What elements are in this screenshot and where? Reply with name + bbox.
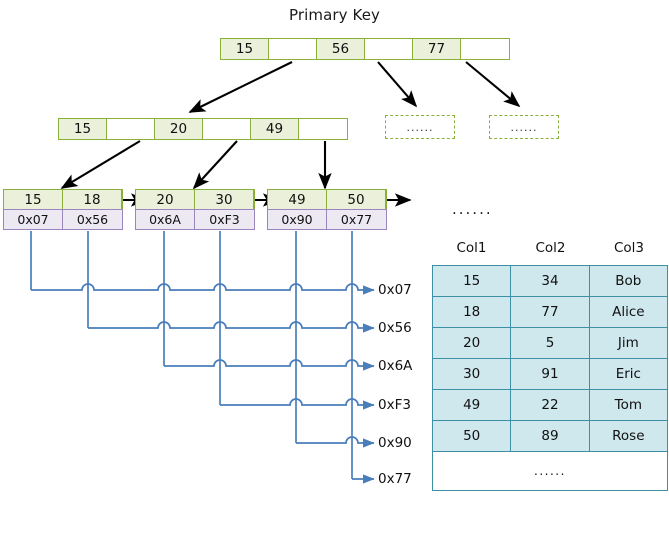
pointer-run-0x07 — [31, 283, 375, 295]
table-cell: 89 — [510, 420, 590, 452]
table-more-cell: ...... — [432, 451, 668, 491]
leaf-1-pointer-0: 0x07 — [4, 209, 64, 229]
edge-root-to-placeholder-1 — [377, 61, 418, 108]
root-cell-1 — [269, 39, 317, 59]
table-header-col2: Col2 — [535, 240, 566, 256]
table-header-col3: Col3 — [613, 240, 645, 256]
table-cell: Tom — [588, 389, 669, 421]
table-cell: 34 — [510, 265, 590, 297]
edge-root-to-internal — [188, 61, 293, 113]
table-cell: 77 — [510, 296, 590, 328]
table-cell: Rose — [588, 420, 669, 452]
leaf-2-key-1: 30 — [195, 190, 254, 209]
leaf-3-pointer-0: 0x90 — [268, 209, 328, 229]
pointer-target-0x6A: 0x6A — [378, 358, 413, 374]
internal-cell-5 — [299, 119, 347, 139]
pointer-run-0x90 — [296, 436, 375, 448]
leaf-1-key-1: 18 — [63, 190, 122, 209]
internal-cell-4: 49 — [251, 119, 299, 139]
leaf-1-keys: 15 18 — [3, 189, 123, 210]
leaf-3-key-1: 50 — [327, 190, 386, 209]
pointer-target-0x56: 0x56 — [378, 320, 412, 336]
table-cell: 5 — [510, 327, 590, 359]
table-row-more: ...... — [432, 451, 668, 491]
placeholder-node-1: ...... — [385, 115, 455, 139]
placeholder-node-2: ...... — [489, 115, 559, 139]
pointer-target-0x07: 0x07 — [378, 282, 412, 298]
edge-internal-to-leaf-2 — [192, 140, 238, 190]
table-row: 15 34 Bob — [431, 265, 669, 297]
internal-cell-2: 20 — [155, 119, 203, 139]
pointer-target-0xF3: 0xF3 — [378, 397, 411, 413]
table-cell: Jim — [588, 327, 669, 359]
edge-root-to-placeholder-2 — [465, 61, 521, 108]
table-cell: 18 — [431, 296, 512, 328]
table-cell: 22 — [510, 389, 590, 421]
table-cell: Bob — [588, 265, 669, 297]
root-cell-0: 15 — [221, 39, 269, 59]
table-row: 50 89 Rose — [431, 420, 669, 452]
leaf-2-pointer-1: 0xF3 — [195, 209, 254, 229]
leaf-2-pointers: 0x6A 0xF3 — [135, 208, 255, 230]
leaf-node-1: 15 18 0x07 0x56 — [3, 189, 123, 230]
root-cell-2: 56 — [317, 39, 365, 59]
pointer-run-0x56 — [88, 321, 375, 333]
pointer-run-0xF3 — [220, 398, 375, 410]
leaf-3-key-0: 49 — [268, 190, 327, 209]
table-cell: 30 — [431, 358, 512, 390]
data-table: 15 34 Bob 18 77 Alice 20 5 Jim 30 91 Eri… — [431, 265, 669, 491]
table-header-col1: Col1 — [456, 240, 487, 256]
table-cell: 50 — [431, 420, 512, 452]
leaf-2-key-0: 20 — [136, 190, 195, 209]
root-node: 15 56 77 — [220, 38, 510, 60]
table-row: 20 5 Jim — [431, 327, 669, 359]
leaf-2-keys: 20 30 — [135, 189, 255, 210]
leaf-3-keys: 49 50 — [267, 189, 387, 210]
internal-cell-1 — [107, 119, 155, 139]
pointer-target-0x90: 0x90 — [378, 435, 412, 451]
table-cell: Eric — [588, 358, 669, 390]
internal-node: 15 20 49 — [58, 118, 348, 140]
table-row: 18 77 Alice — [431, 296, 669, 328]
edge-internal-to-leaf-1 — [60, 140, 141, 189]
root-cell-5 — [461, 39, 509, 59]
table-row: 30 91 Eric — [431, 358, 669, 390]
leaf-1-pointers: 0x07 0x56 — [3, 208, 123, 230]
diagram-title: Primary Key — [288, 6, 381, 24]
pointer-run-0x6A — [164, 359, 375, 371]
diagram-canvas: Primary Key 15 56 77 15 20 49 ...... ...… — [0, 0, 669, 540]
pointer-target-0x77: 0x77 — [378, 471, 412, 487]
internal-cell-0: 15 — [59, 119, 107, 139]
leaf-1-pointer-1: 0x56 — [63, 209, 122, 229]
leaf-overflow-ellipsis: ...... — [452, 200, 493, 218]
leaf-1-key-0: 15 — [4, 190, 63, 209]
table-cell: 49 — [431, 389, 512, 421]
table-cell: 20 — [431, 327, 512, 359]
leaf-node-2: 20 30 0x6A 0xF3 — [135, 189, 255, 230]
root-cell-3 — [365, 39, 413, 59]
table-cell: Alice — [588, 296, 669, 328]
table-cell: 91 — [510, 358, 590, 390]
leaf-3-pointers: 0x90 0x77 — [267, 208, 387, 230]
leaf-3-pointer-1: 0x77 — [327, 209, 386, 229]
table-row: 49 22 Tom — [431, 389, 669, 421]
table-cell: 15 — [431, 265, 512, 297]
internal-cell-3 — [203, 119, 251, 139]
leaf-2-pointer-0: 0x6A — [136, 209, 196, 229]
leaf-node-3: 49 50 0x90 0x77 — [267, 189, 387, 230]
root-cell-4: 77 — [413, 39, 461, 59]
